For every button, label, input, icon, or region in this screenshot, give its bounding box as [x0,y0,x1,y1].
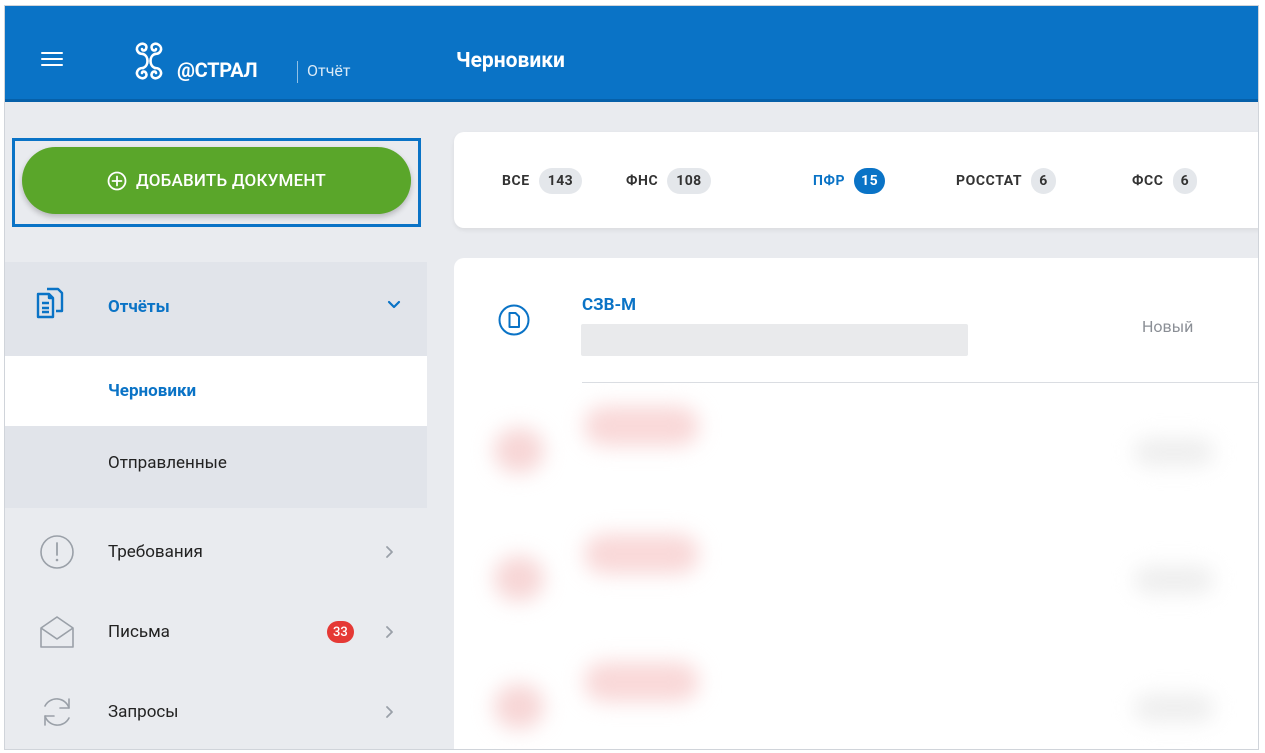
menu-icon[interactable] [41,52,63,66]
row-divider [582,382,1258,383]
refresh-icon [44,698,70,726]
tab-count-badge: 108 [667,168,711,194]
logo-product-name: Отчёт [307,61,351,80]
sidebar-item-queries[interactable]: Запросы [5,677,427,747]
app-header: @СТРАЛ Отчёт Черновики [5,6,1258,102]
add-document-button[interactable]: ДОБАВИТЬ ДОКУМЕНТ [22,147,411,214]
reports-section: Отчёты Черновики Отправленные [5,262,427,508]
envelope-icon [40,616,74,648]
documents-icon [36,287,64,319]
tab-label: ФСС [1132,173,1164,189]
sidebar-item-requirements[interactable]: Требования [5,517,427,587]
plus-circle-icon [107,171,127,190]
list-item-redacted [484,654,1258,749]
app-window: @СТРАЛ Отчёт Черновики ДОБАВИТЬ ДОКУМЕНТ [5,6,1258,749]
tab-rosstat[interactable]: РОССТАТ 6 [956,166,1056,196]
sidebar-item-label: Требования [108,542,203,562]
tab-fss[interactable]: ФСС 6 [1132,166,1197,196]
tab-count-badge: 6 [1031,168,1056,194]
chevron-down-icon [387,300,401,309]
sidebar-item-letters[interactable]: Письма 33 [5,597,427,667]
list-item-redacted [484,398,1258,508]
add-button-focus-frame: ДОБАВИТЬ ДОКУМЕНТ [12,138,421,227]
sidebar: ДОБАВИТЬ ДОКУМЕНТ Отчёты Черновики Отпра… [5,102,427,749]
tab-fns[interactable]: ФНС 108 [626,166,711,196]
astral-logo-icon [135,42,163,80]
exclamation-icon [40,535,74,569]
document-status: Новый [1142,317,1194,336]
page-title: Черновики [456,49,565,73]
tab-all[interactable]: ВСЕ 143 [502,166,583,196]
sidebar-item-sent[interactable]: Отправленные [5,428,427,498]
add-document-label: ДОБАВИТЬ ДОКУМЕНТ [135,170,326,191]
sidebar-item-label: Запросы [108,702,179,722]
logo-divider [297,61,298,83]
sidebar-item-label: Черновики [108,381,197,401]
sidebar-item-drafts[interactable]: Черновики [5,356,427,426]
chevron-right-icon [386,546,393,558]
tab-label: ПФР [813,173,846,189]
tab-count-badge: 6 [1172,168,1197,194]
tab-pfr[interactable]: ПФР 15 [813,166,886,196]
list-item-redacted [484,526,1258,636]
tab-label: РОССТАТ [956,173,1023,189]
chevron-right-icon [386,706,393,718]
sidebar-item-label: Отчёты [108,297,170,317]
unread-count-badge: 33 [327,621,354,643]
documents-list: СЗВ-М Новый [454,258,1258,749]
sidebar-item-label: Письма [108,622,170,642]
sidebar-item-label: Отправленные [108,453,227,473]
document-details-redacted [581,324,968,356]
tab-count-badge: 15 [854,168,886,194]
sidebar-item-reports[interactable]: Отчёты [5,262,427,352]
document-title[interactable]: СЗВ-М [582,295,636,315]
tab-label: ВСЕ [502,173,530,189]
tab-count-badge: 143 [538,168,583,194]
tab-label: ФНС [626,173,659,189]
logo-text: @СТРАЛ [177,58,258,82]
document-icon [498,304,530,336]
filter-tabs-bar: ВСЕ 143 ФНС 108 ПФР 15 РОССТАТ 6 ФСС 6 [454,132,1258,228]
chevron-right-icon [386,626,393,638]
